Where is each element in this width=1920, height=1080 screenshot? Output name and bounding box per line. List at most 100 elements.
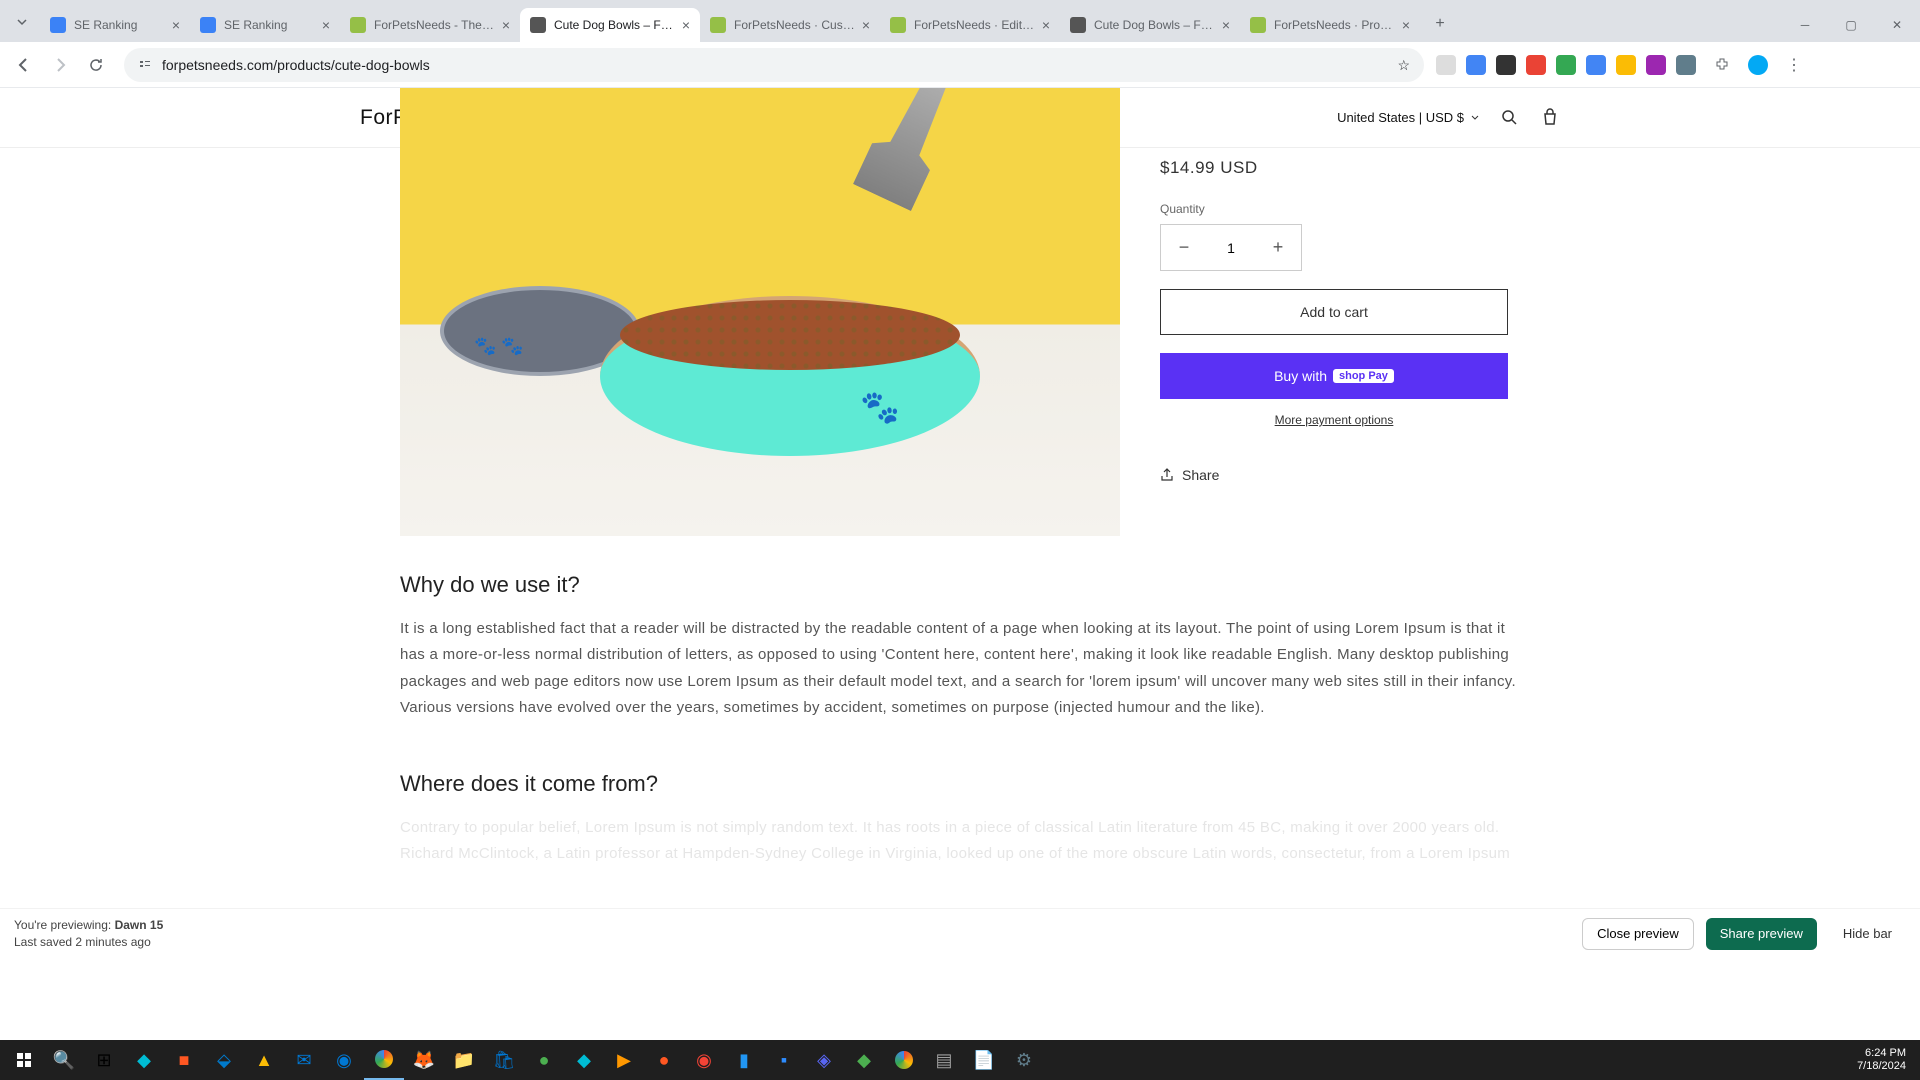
ext-icon-5[interactable] xyxy=(1556,55,1576,75)
tab-title: Cute Dog Bowls – ForPetsN xyxy=(554,18,676,32)
product-description: Why do we use it? It is a long establish… xyxy=(400,572,1520,868)
section-heading-where: Where does it come from? xyxy=(400,771,1520,797)
product-image[interactable] xyxy=(400,88,1120,536)
close-icon[interactable]: × xyxy=(322,17,330,33)
close-icon[interactable]: × xyxy=(862,17,870,33)
reload-button[interactable] xyxy=(80,49,112,81)
product-info: $14.99 USD Quantity − 1 + Add to cart Bu… xyxy=(1160,148,1520,536)
quantity-decrease-button[interactable]: − xyxy=(1161,225,1207,270)
tab-search-dropdown[interactable] xyxy=(8,8,36,36)
chevron-down-icon xyxy=(16,16,28,28)
tab-themes[interactable]: ForPetsNeeds - Themes - S × xyxy=(340,8,520,42)
taskbar-explorer[interactable]: 📁 xyxy=(444,1040,484,1080)
cart-icon[interactable] xyxy=(1540,108,1560,128)
taskbar-app-13[interactable]: ● xyxy=(644,1040,684,1080)
ext-icon-2[interactable] xyxy=(1466,55,1486,75)
tab-edit[interactable]: ForPetsNeeds · Edit ~ Da × xyxy=(880,8,1060,42)
forward-button[interactable] xyxy=(44,49,76,81)
taskbar-firefox[interactable]: 🦊 xyxy=(404,1040,444,1080)
ext-icon-4[interactable] xyxy=(1526,55,1546,75)
tab-product-active[interactable]: Cute Dog Bowls – ForPetsN × xyxy=(520,8,700,42)
taskbar-app-22[interactable]: ⚙ xyxy=(1004,1040,1044,1080)
favicon xyxy=(1070,17,1086,33)
tab-se-ranking-1[interactable]: SE Ranking × xyxy=(40,8,190,42)
windows-taskbar: 🔍 ⊞ ◆ ■ ⬙ ▲ ✉ ◉ 🦊 📁 🛍 ● ◆ ▶ ● ◉ ▮ ▪ ◈ ◆ … xyxy=(0,1040,1920,1080)
quantity-stepper: − 1 + xyxy=(1160,224,1302,271)
taskbar-chrome-2[interactable] xyxy=(884,1040,924,1080)
new-tab-button[interactable]: + xyxy=(1426,10,1454,38)
tab-products[interactable]: ForPetsNeeds · Products × xyxy=(1240,8,1420,42)
address-bar[interactable]: forpetsneeds.com/products/cute-dog-bowls… xyxy=(124,48,1424,82)
taskbar-app-15[interactable]: ▮ xyxy=(724,1040,764,1080)
taskbar-vscode[interactable]: ⬙ xyxy=(204,1040,244,1080)
product-price: $14.99 USD xyxy=(1160,158,1520,178)
product-page: $14.99 USD Quantity − 1 + Add to cart Bu… xyxy=(360,148,1560,868)
section-body-why: It is a long established fact that a rea… xyxy=(400,616,1520,721)
close-window-button[interactable]: ✕ xyxy=(1874,8,1920,42)
site-settings-icon[interactable] xyxy=(138,58,152,72)
taskbar-app-2[interactable]: ■ xyxy=(164,1040,204,1080)
menu-button[interactable]: ⋮ xyxy=(1778,49,1810,81)
minimize-button[interactable]: ─ xyxy=(1782,8,1828,42)
tab-customize[interactable]: ForPetsNeeds · Customize × xyxy=(700,8,880,42)
close-preview-button[interactable]: Close preview xyxy=(1582,918,1694,950)
maximize-button[interactable]: ▢ xyxy=(1828,8,1874,42)
taskbar-app-14[interactable]: ◉ xyxy=(684,1040,724,1080)
ext-icon-3[interactable] xyxy=(1496,55,1516,75)
ext-icon-9[interactable] xyxy=(1676,55,1696,75)
taskbar-chrome[interactable] xyxy=(364,1040,404,1080)
ext-icon-8[interactable] xyxy=(1646,55,1666,75)
system-tray[interactable]: 6:24 PM 7/18/2024 xyxy=(1857,1047,1916,1073)
taskbar-app-20[interactable]: ▤ xyxy=(924,1040,964,1080)
more-payment-options-link[interactable]: More payment options xyxy=(1160,413,1508,427)
page-viewport: ForPetsNeeds Home Catalog Promotions Blo… xyxy=(0,88,1920,994)
extensions-button[interactable] xyxy=(1706,49,1738,81)
taskbar-discord[interactable]: ◈ xyxy=(804,1040,844,1080)
ext-icon-6[interactable] xyxy=(1586,55,1606,75)
taskbar-zoom[interactable]: ▪ xyxy=(764,1040,804,1080)
buy-now-shoppay-button[interactable]: Buy with shop Pay xyxy=(1160,353,1508,399)
clock[interactable]: 6:24 PM 7/18/2024 xyxy=(1857,1047,1906,1073)
taskbar-app-18[interactable]: ◆ xyxy=(844,1040,884,1080)
profile-icon[interactable] xyxy=(1748,55,1768,75)
task-view-button[interactable]: ⊞ xyxy=(84,1040,124,1080)
favicon xyxy=(890,17,906,33)
ext-icon-1[interactable] xyxy=(1436,55,1456,75)
taskbar-edge[interactable]: ◉ xyxy=(324,1040,364,1080)
taskbar-store[interactable]: 🛍 xyxy=(484,1040,524,1080)
tab-title: ForPetsNeeds · Products xyxy=(1274,18,1396,32)
product-gallery xyxy=(400,148,1120,536)
close-icon[interactable]: × xyxy=(502,17,510,33)
back-button[interactable] xyxy=(8,49,40,81)
close-icon[interactable]: × xyxy=(1402,17,1410,33)
close-icon[interactable]: × xyxy=(172,17,180,33)
taskbar-notes[interactable]: 📄 xyxy=(964,1040,1004,1080)
taskbar-app-12[interactable]: ▶ xyxy=(604,1040,644,1080)
close-icon[interactable]: × xyxy=(1222,17,1230,33)
add-to-cart-button[interactable]: Add to cart xyxy=(1160,289,1508,335)
share-preview-button[interactable]: Share preview xyxy=(1706,918,1817,950)
bookmark-icon[interactable]: ☆ xyxy=(1397,57,1410,74)
favicon xyxy=(50,17,66,33)
search-icon[interactable] xyxy=(1500,108,1520,128)
taskbar-app-10[interactable]: ● xyxy=(524,1040,564,1080)
tab-se-ranking-2[interactable]: SE Ranking × xyxy=(190,8,340,42)
taskbar-app-4[interactable]: ▲ xyxy=(244,1040,284,1080)
tab-title: Cute Dog Bowls – ForPetsN xyxy=(1094,18,1216,32)
ext-icon-7[interactable] xyxy=(1616,55,1636,75)
quantity-value[interactable]: 1 xyxy=(1207,225,1255,270)
taskbar-app-11[interactable]: ◆ xyxy=(564,1040,604,1080)
close-icon[interactable]: × xyxy=(682,17,690,33)
close-icon[interactable]: × xyxy=(1042,17,1050,33)
taskbar-mail[interactable]: ✉ xyxy=(284,1040,324,1080)
hide-bar-button[interactable]: Hide bar xyxy=(1829,918,1906,950)
quantity-increase-button[interactable]: + xyxy=(1255,225,1301,270)
taskbar-app-1[interactable]: ◆ xyxy=(124,1040,164,1080)
tab-product-2[interactable]: Cute Dog Bowls – ForPetsN × xyxy=(1060,8,1240,42)
locale-selector[interactable]: United States | USD $ xyxy=(1337,110,1480,125)
search-button[interactable]: 🔍 xyxy=(44,1040,84,1080)
url-text: forpetsneeds.com/products/cute-dog-bowls xyxy=(162,57,430,73)
favicon xyxy=(200,17,216,33)
start-button[interactable] xyxy=(4,1040,44,1080)
share-button[interactable]: Share xyxy=(1160,467,1520,483)
